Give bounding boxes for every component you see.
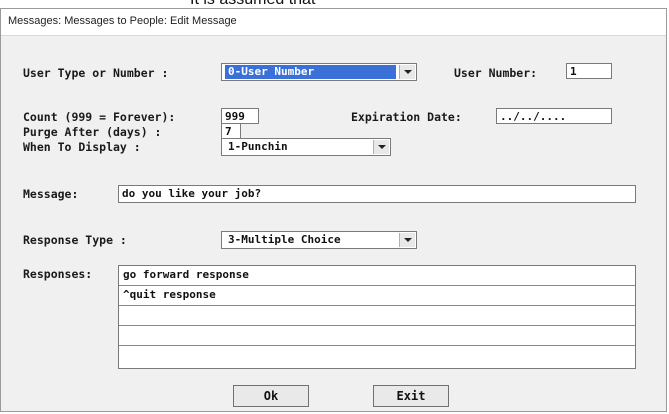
title-bar: Messages: Messages to People: Edit Messa… [1, 9, 666, 36]
user-number-field[interactable]: 1 [566, 63, 612, 79]
expiration-date-field[interactable]: ../../.... [496, 108, 612, 124]
responses-list: go forward response ^quit response [118, 265, 636, 369]
user-number-label: User Number: [454, 66, 538, 80]
response-field[interactable]: ^quit response [119, 286, 635, 306]
response-type-select[interactable]: 3-Multiple Choice [221, 231, 417, 249]
user-type-value: 0-User Number [225, 65, 396, 79]
when-to-display-label: When To Display : [23, 140, 141, 154]
message-field[interactable]: do you like your job? [118, 185, 636, 203]
count-label: Count (999 = Forever): [23, 110, 176, 124]
response-field[interactable] [119, 346, 635, 366]
response-type-label: Response Type : [23, 233, 127, 247]
edit-message-window: Messages: Messages to People: Edit Messa… [0, 8, 667, 412]
response-type-value: 3-Multiple Choice [228, 233, 341, 246]
ok-button[interactable]: Ok [233, 385, 309, 407]
window-title: Messages: Messages to People: Edit Messa… [8, 15, 237, 27]
user-type-label: User Type or Number : [23, 66, 169, 80]
response-field[interactable] [119, 326, 635, 346]
response-field[interactable] [119, 306, 635, 326]
purge-after-field[interactable]: 7 [221, 123, 241, 139]
chevron-down-icon[interactable] [399, 233, 415, 247]
exit-button[interactable]: Exit [373, 385, 449, 407]
response-field[interactable]: go forward response [119, 266, 635, 286]
user-type-select[interactable]: 0-User Number [221, 63, 417, 81]
expiration-date-label: Expiration Date: [351, 110, 462, 124]
chevron-down-icon[interactable] [399, 65, 415, 79]
count-field[interactable]: 999 [221, 108, 259, 124]
responses-label: Responses: [23, 267, 93, 281]
when-to-display-select[interactable]: 1-Punchin [221, 138, 391, 156]
message-label: Message: [23, 187, 79, 201]
chevron-down-icon[interactable] [373, 140, 389, 154]
when-to-display-value: 1-Punchin [228, 140, 288, 153]
purge-after-label: Purge After (days) : [23, 125, 162, 139]
